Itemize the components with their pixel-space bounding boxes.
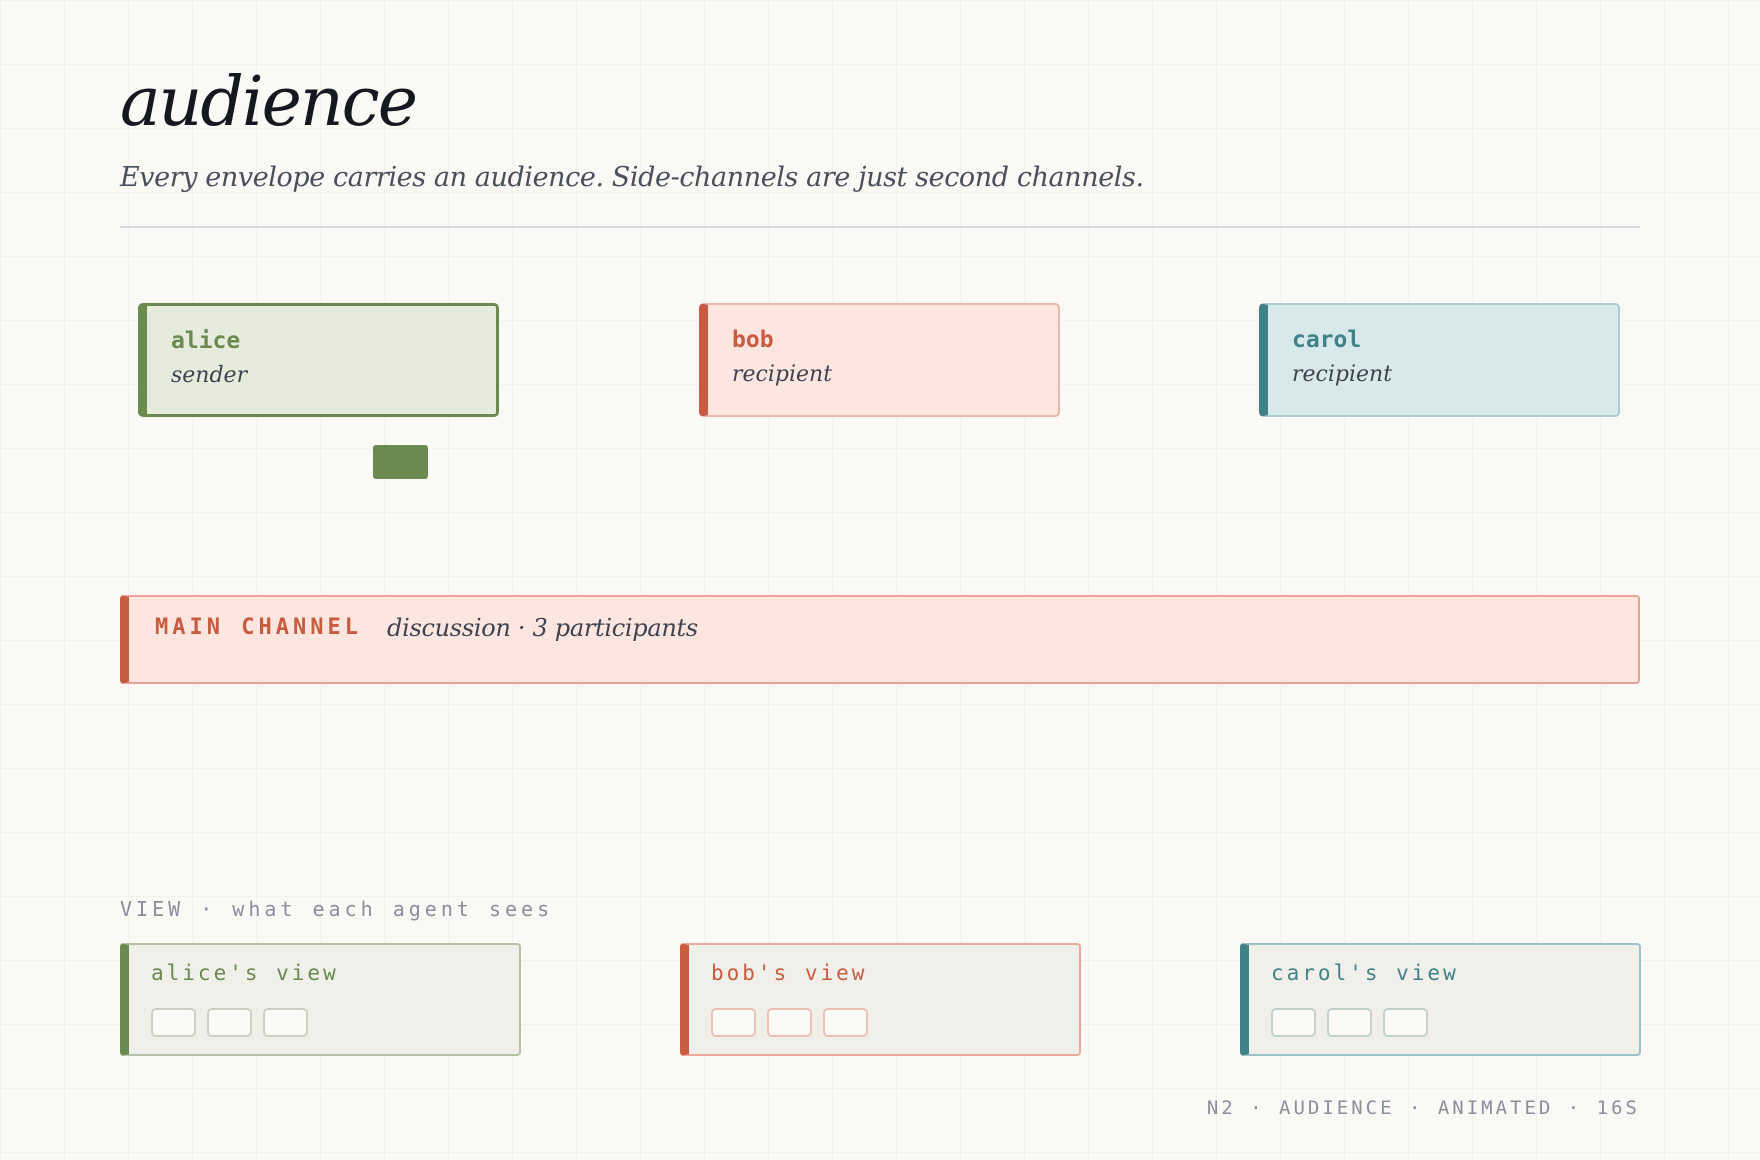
view-panel-carol: carol's view (1240, 943, 1641, 1056)
agent-name: carol (1292, 327, 1362, 353)
view-slots (1271, 1008, 1639, 1037)
page-subtitle: Every envelope carries an audience. Side… (120, 162, 1144, 193)
agent-name: bob (732, 327, 774, 353)
channel-label: MAIN CHANNEL (155, 615, 362, 640)
message-slot (767, 1008, 812, 1037)
page-title: audience (120, 63, 418, 142)
message-slot (151, 1008, 196, 1037)
message-slot (1327, 1008, 1372, 1037)
footer-caption: N2 · AUDIENCE · ANIMATED · 16S (1206, 1097, 1640, 1119)
agent-card-bob: bob recipient (699, 303, 1060, 417)
agent-name: alice (171, 328, 241, 354)
message-slot (1383, 1008, 1428, 1037)
view-slots (711, 1008, 1079, 1037)
message-slot (823, 1008, 868, 1037)
view-panel-bob: bob's view (680, 943, 1081, 1056)
view-title: carol's view (1271, 961, 1459, 985)
main-channel: MAIN CHANNEL discussion · 3 participants (120, 595, 1640, 684)
message-slot (1271, 1008, 1316, 1037)
envelope-token (373, 445, 428, 479)
message-slot (263, 1008, 308, 1037)
message-slot (207, 1008, 252, 1037)
view-title: bob's view (711, 961, 868, 985)
agent-role: recipient (1292, 362, 1393, 387)
view-slots (151, 1008, 519, 1037)
agent-card-carol: carol recipient (1259, 303, 1620, 417)
views-section-label: VIEW · what each agent sees (120, 897, 554, 921)
agent-card-alice: alice sender (138, 303, 499, 417)
view-panel-alice: alice's view (120, 943, 521, 1056)
agent-role: recipient (732, 362, 833, 387)
agent-role: sender (171, 363, 248, 388)
message-slot (711, 1008, 756, 1037)
header-divider (120, 226, 1640, 228)
view-title: alice's view (151, 961, 339, 985)
channel-description: discussion · 3 participants (387, 614, 698, 642)
